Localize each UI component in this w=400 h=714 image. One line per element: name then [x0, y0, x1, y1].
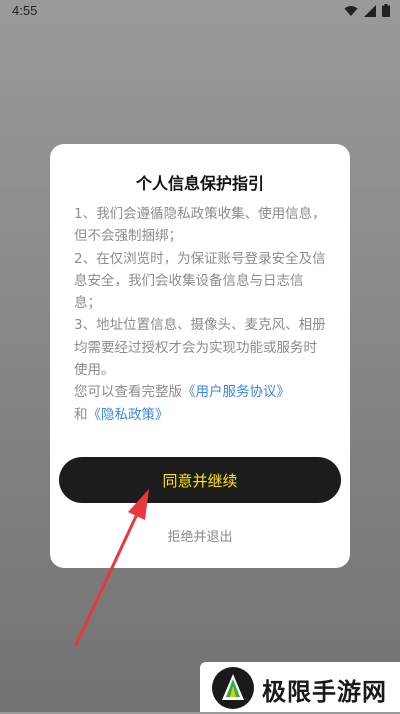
watermark-text: 极限手游网: [262, 678, 387, 706]
battery-icon: [382, 4, 390, 17]
and-text: 和: [74, 406, 88, 423]
footer-prefix: 您可以查看完整版: [74, 384, 182, 401]
policy-item-1: 1、我们会遵循隐私政策收集、使用信息，但不会强制捆绑；: [74, 206, 326, 245]
service-agreement-link[interactable]: 《用户服务协议》: [182, 384, 290, 400]
status-bar: 4:55: [0, 0, 400, 24]
signal-icon: [364, 4, 376, 17]
refuse-exit-button[interactable]: 拒绝并退出: [50, 526, 350, 545]
watermark-logo-icon: [210, 666, 256, 714]
dialog-body: 1、我们会遵循隐私政策收集、使用信息，但不会强制捆绑； 2、在仅浏览时，为保证账…: [74, 203, 330, 426]
policy-item-3: 3、地址位置信息、摄像头、麦克风、相册均需要经过授权才会为实现功能或服务时使用。: [74, 317, 326, 379]
policy-item-2: 2、在仅浏览时，为保证账号登录安全及信息安全，我们会收集设备信息与日志信息；: [74, 250, 326, 312]
privacy-policy-link[interactable]: 《隐私政策》: [88, 407, 169, 423]
privacy-dialog: 个人信息保护指引 1、我们会遵循隐私政策收集、使用信息，但不会强制捆绑； 2、在…: [50, 144, 350, 568]
watermark: 极限手游网: [200, 662, 400, 712]
status-time: 4:55: [12, 3, 38, 18]
status-icons: [344, 4, 390, 17]
wifi-icon: [344, 5, 358, 17]
dialog-title: 个人信息保护指引: [135, 174, 264, 193]
policy-footer: 您可以查看完整版《用户服务协议》和《隐私政策》: [74, 381, 330, 426]
agree-continue-button[interactable]: 同意并继续: [59, 457, 341, 503]
